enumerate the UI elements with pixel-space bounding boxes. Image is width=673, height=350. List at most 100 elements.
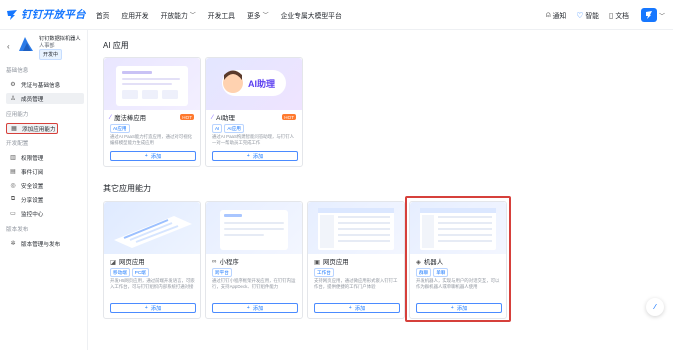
highlight-frame (405, 196, 511, 322)
web-app-preview-image (114, 216, 192, 248)
card-tags: AI应用 (110, 124, 132, 133)
card-thumbnail (308, 202, 404, 254)
card-thumbnail (104, 58, 200, 110)
ai-section-title: AI 应用 (103, 41, 129, 50)
top-right-actions: ⍝ 通知 ♡ 智能 ▯ 文档 ﹀ (536, 0, 665, 30)
card-tags: 移动端 PC端 (110, 268, 151, 277)
nav-home[interactable]: 首页 (96, 10, 110, 20)
add-button[interactable]: + 添加 (212, 151, 298, 161)
nav-app-dev[interactable]: 应用开发 (121, 10, 148, 20)
ai-assistant-icon: ⁄ (212, 114, 214, 121)
ai-assistant-thumbnail-label: AI助理 (248, 79, 276, 89)
section-title-basic: 基础信息 (6, 68, 29, 74)
assistant-icon: ⁄ (654, 303, 656, 311)
person-icon: ♙ (10, 96, 16, 102)
card-thumbnail: AI助理 (206, 58, 302, 110)
sidebar-item-security[interactable]: ◎ 安全设置 (6, 180, 84, 191)
nav-more[interactable]: 更多 ﹀ (247, 10, 269, 20)
card-description: 通过AI PaaS能力打造应用，通过对可视化编排模型能力生成应用 (110, 134, 192, 145)
brand-name: 钉钉开放平台 (21, 9, 86, 21)
document-icon: ▯ (608, 10, 614, 20)
status-badge: 开发中 (39, 49, 63, 60)
add-button[interactable]: + 添加 (212, 303, 298, 313)
page-icon: ▣ (314, 258, 321, 266)
page-app-preview-image (318, 208, 394, 250)
notifications-button[interactable]: ⍝ 通知 (546, 10, 566, 20)
card-tag: PC端 (131, 268, 149, 277)
plus-icon: + (246, 153, 250, 159)
plus-icon: + (246, 305, 250, 311)
gear-icon: ⚙ (10, 82, 16, 88)
card-page-app: ▣ 网页应用 工作台 支持网页应用，通过微应用形式嵌入钉钉工作台，提供便捷的工作… (307, 201, 405, 319)
sidebar-item-members[interactable]: ♙ 成员管理 (6, 93, 84, 104)
sidebar-item-share[interactable]: ⧉ 分享设置 (6, 194, 84, 205)
top-nav: 首页 应用开发 开放能力 ﹀ 开发工具 更多 ﹀ 企业专属大模型平台 (96, 10, 354, 20)
grid-icon: ▦ (11, 126, 17, 132)
section-title-release: 版本发布 (6, 227, 29, 233)
nav-open-capabilities[interactable]: 开放能力 ﹀ (161, 10, 196, 20)
plus-icon: + (144, 305, 148, 311)
card-tags: AI AI应用 (212, 124, 246, 133)
hot-badge: HOT (180, 114, 194, 120)
sidebar-item-add-capability[interactable]: ▦ 添加应用能力 (6, 123, 58, 134)
card-title: ▣ 网页应用 (314, 258, 349, 267)
card-title: ⁄ AI助理 (212, 114, 235, 122)
add-button[interactable]: + 添加 (110, 303, 196, 313)
card-ai-assistant: AI助理 ⁄ AI助理 HOT AI AI应用 通过AI PaaS构建智能问答助… (205, 57, 303, 167)
card-title: ◪ 网页应用 (110, 258, 145, 267)
card-tag: AI应用 (224, 124, 244, 133)
other-section-title: 其它应用能力 (103, 184, 151, 193)
add-button[interactable]: + 添加 (314, 303, 400, 313)
sidebar-item-version[interactable]: ✲ 版本管理与发布 (6, 238, 84, 249)
app-department: 人事部 (39, 43, 55, 49)
sidebar-item-events[interactable]: ▤ 事件订阅 (6, 166, 84, 177)
card-tag: AI (212, 124, 223, 133)
card-description: 通过钉钉小程序框架开发应用，在钉钉内运行，支持AppDeck、钉钉组件能力 (212, 278, 296, 289)
add-button[interactable]: + 添加 (110, 151, 196, 161)
app-icon (19, 37, 33, 51)
magic-wand-icon: ⁄ (110, 114, 112, 121)
card-tag: AI应用 (110, 124, 130, 133)
card-thumbnail (104, 202, 200, 254)
back-arrow-icon[interactable]: ‹ (7, 42, 10, 51)
card-description: 支持网页应用，通过微应用形式嵌入钉钉工作台，提供便捷的工作门户体验 (314, 278, 398, 289)
shield-icon: ◎ (10, 183, 16, 189)
card-magic-wand: ⁄ 魔法棒应用 HOT AI应用 通过AI PaaS能力打造应用，通过对可视化编… (103, 57, 201, 167)
chevron-down-icon: ﹀ (262, 13, 269, 19)
version-icon: ✲ (10, 241, 16, 247)
magic-wand-preview-image (116, 66, 188, 106)
sidebar-item-monitor[interactable]: ▭ 监控中心 (6, 208, 84, 219)
app-name: 钉钉数据拟机器人 (39, 36, 81, 42)
card-tags: 工作台 (314, 268, 336, 277)
miniapp-icon: ∞ (212, 258, 217, 265)
avatar[interactable] (640, 8, 657, 22)
card-description: 通过AI PaaS构建智能问答助理，与钉钉人一对一帮助员工完成工作 (212, 134, 294, 145)
top-bar: 钉钉开放平台 首页 应用开发 开放能力 ﹀ 开发工具 更多 ﹀ 企业专属大模型平台 … (0, 0, 673, 30)
brand-logo[interactable]: 钉钉开放平台 (6, 7, 86, 22)
nav-enterprise-model[interactable]: 企业专属大模型平台 (281, 10, 342, 20)
hot-badge: HOT (282, 114, 296, 120)
chevron-down-icon: ﹀ (189, 13, 196, 19)
card-thumbnail (206, 202, 302, 254)
floating-assistant-button[interactable]: ⁄ (646, 298, 664, 316)
smart-button[interactable]: ♡ 智能 (576, 10, 599, 21)
plus-icon: + (144, 153, 148, 159)
sidebar-item-credentials[interactable]: ⚙ 凭证与基础信息 (6, 79, 84, 90)
card-tags: 跨平台 (212, 268, 234, 277)
card-mini-program: ∞ 小程序 跨平台 通过钉钉小程序框架开发应用，在钉钉内运行，支持AppDeck… (205, 201, 303, 319)
chevron-down-icon[interactable]: ﹀ (659, 11, 665, 20)
docs-button[interactable]: ▯ 文档 (608, 10, 629, 21)
section-title-capabilities: 应用能力 (6, 112, 29, 118)
nav-dev-tools[interactable]: 开发工具 (208, 10, 235, 20)
plus-icon: + (348, 305, 352, 311)
monitor-icon: ▭ (10, 211, 16, 217)
card-description: 开发H5网页应用，通过前端开发语言，可嵌入工作台，可与钉钉组织内部系统打通对接 (110, 278, 195, 289)
card-title: ⁄ 魔法棒应用 (110, 114, 147, 122)
main-content: AI 应用 ⁄ 魔法棒应用 HOT AI应用 通过AI PaaS能力打造应用，通… (88, 30, 673, 350)
chart-icon: ▥ (10, 155, 16, 161)
sparkle-icon: ♡ (576, 10, 584, 20)
card-web-app: ◪ 网页应用 移动端 PC端 开发H5网页应用，通过前端开发语言，可嵌入工作台，… (103, 201, 201, 319)
card-tag: 工作台 (314, 268, 334, 277)
sidebar-item-permissions[interactable]: ▥ 权限管理 (6, 152, 84, 163)
card-title: ∞ 小程序 (212, 258, 239, 266)
